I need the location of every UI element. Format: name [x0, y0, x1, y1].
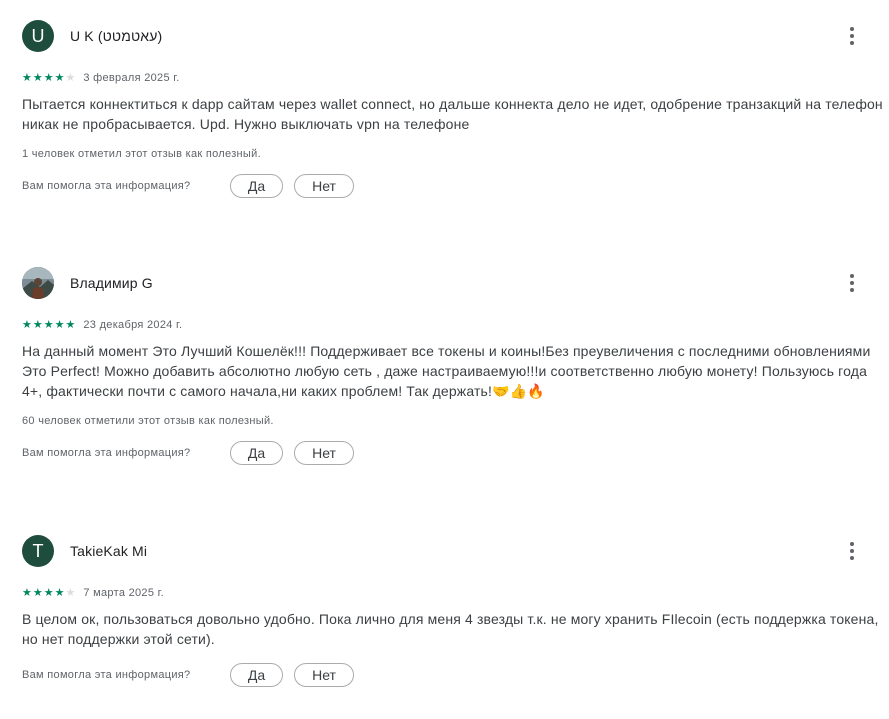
review-text: На данный момент Это Лучший Кошелёк!!! П…	[22, 343, 871, 399]
star-icon: ★	[65, 72, 76, 84]
more-vert-icon[interactable]	[840, 539, 864, 563]
star-icon: ★	[43, 319, 54, 331]
helpful-feedback: Вам помогла эта информация? Да Нет	[22, 441, 884, 465]
review-card: U U K (עאטמטט) ★ ★ ★ ★ ★ 3 февраля 2025 г. П…	[22, 20, 884, 198]
star-rating: ★ ★ ★ ★ ★	[22, 587, 75, 599]
review-date: 3 февраля 2025 г.	[83, 72, 180, 84]
author-name: Владимир G	[70, 275, 153, 291]
star-icon: ★	[65, 587, 76, 599]
user-photo-icon	[22, 267, 54, 299]
review-date: 7 марта 2025 г.	[83, 587, 164, 599]
yes-button[interactable]: Да	[230, 663, 283, 687]
more-vert-icon[interactable]	[840, 24, 864, 48]
star-icon: ★	[32, 72, 43, 84]
star-icon: ★	[22, 587, 32, 599]
yes-button[interactable]: Да	[230, 174, 283, 198]
review-meta: ★ ★ ★ ★ ★ 3 февраля 2025 г.	[22, 70, 884, 86]
more-vert-icon[interactable]	[840, 271, 864, 295]
star-icon: ★	[54, 319, 65, 331]
star-icon: ★	[22, 72, 32, 84]
star-icon: ★	[54, 587, 65, 599]
helpful-feedback: Вам помогла эта информация? Да Нет	[22, 663, 884, 687]
yes-button[interactable]: Да	[230, 441, 283, 465]
no-button[interactable]: Нет	[294, 174, 354, 198]
review-meta: ★ ★ ★ ★ ★ 23 декабря 2024 г.	[22, 317, 884, 333]
review-text: В целом ок, пользоваться довольно удобно…	[22, 611, 879, 647]
star-rating: ★ ★ ★ ★ ★	[22, 319, 75, 331]
star-icon: ★	[22, 319, 32, 331]
author-name: U K (עאטמטט)	[70, 28, 163, 44]
avatar	[22, 267, 54, 299]
no-button[interactable]: Нет	[294, 441, 354, 465]
review-header: Владимир G	[22, 267, 884, 299]
helpful-count: 1 человек отметил этот отзыв как полезны…	[22, 148, 261, 160]
review-header: T TakieKak Mi	[22, 535, 884, 567]
no-button[interactable]: Нет	[294, 663, 354, 687]
star-icon: ★	[65, 319, 76, 331]
star-rating: ★ ★ ★ ★ ★	[22, 72, 75, 84]
avatar: U	[22, 20, 54, 52]
author-name: TakieKak Mi	[70, 543, 148, 559]
review-card: Владимир G ★ ★ ★ ★ ★ 23 декабря 2024 г. На д…	[22, 267, 884, 465]
helpful-count: 60 человек отметили этот отзыв как полез…	[22, 415, 274, 427]
helpful-question: Вам помогла эта информация?	[22, 447, 191, 459]
helpful-question: Вам помогла эта информация?	[22, 180, 191, 192]
star-icon: ★	[32, 587, 43, 599]
avatar: T	[22, 535, 54, 567]
helpful-feedback: Вам помогла эта информация? Да Нет	[22, 174, 884, 198]
review-card: T TakieKak Mi ★ ★ ★ ★ ★ 7 марта 2025 г. В це…	[22, 535, 884, 687]
star-icon: ★	[43, 72, 54, 84]
star-icon: ★	[43, 587, 54, 599]
helpful-question: Вам помогла эта информация?	[22, 669, 191, 681]
review-header: U U K (עאטמטט)	[22, 20, 884, 52]
star-icon: ★	[54, 72, 65, 84]
review-meta: ★ ★ ★ ★ ★ 7 марта 2025 г.	[22, 585, 884, 601]
review-text: Пытается коннектиться к dapp сайтам чере…	[22, 96, 883, 132]
star-icon: ★	[32, 319, 43, 331]
review-date: 23 декабря 2024 г.	[83, 319, 183, 331]
